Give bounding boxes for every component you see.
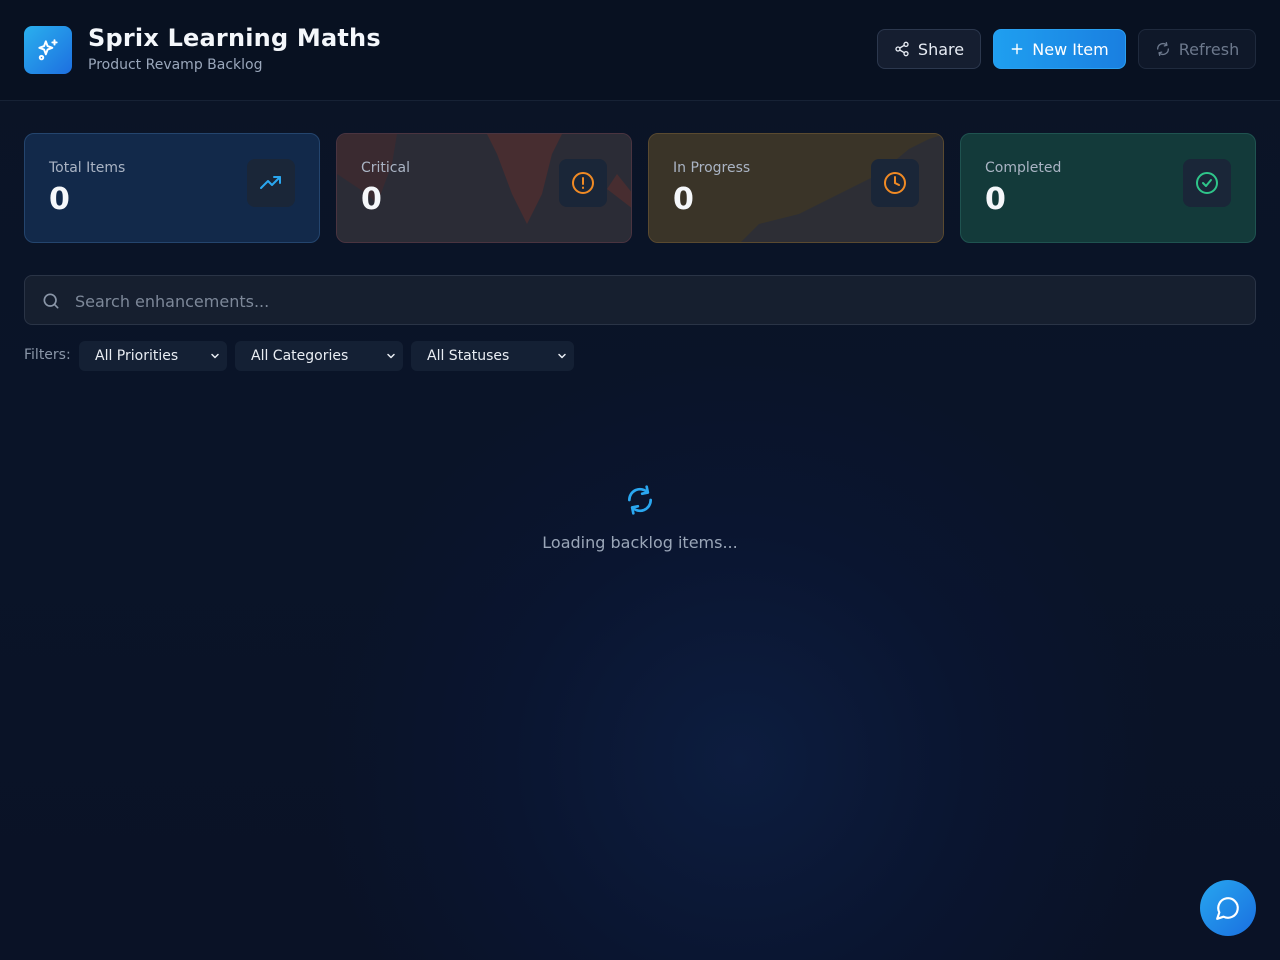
stat-card-completed: Completed 0 — [960, 133, 1256, 243]
app-subtitle: Product Revamp Backlog — [88, 57, 263, 73]
app-logo — [24, 26, 72, 74]
category-filter-select[interactable]: All Categories — [235, 341, 403, 371]
clock-icon — [884, 172, 906, 194]
alert-circle-icon — [572, 172, 594, 194]
chat-button[interactable] — [1200, 880, 1256, 936]
chat-bubble-icon — [1216, 897, 1239, 920]
filters-label: Filters: — [24, 347, 71, 363]
stat-label: Total Items — [49, 160, 126, 176]
plus-icon — [1011, 43, 1023, 55]
chevron-down-icon — [211, 353, 219, 359]
stat-value: 0 — [673, 182, 694, 217]
share-button[interactable]: Share — [877, 29, 981, 69]
chevron-down-icon — [558, 353, 566, 359]
stat-card-in-progress: In Progress 0 — [648, 133, 944, 243]
trending-up-icon — [260, 176, 281, 189]
refresh-button-label: Refresh — [1178, 39, 1240, 59]
stat-icon-box — [871, 159, 919, 207]
stat-value: 0 — [985, 182, 1006, 217]
priority-filter-value: All Priorities — [95, 348, 179, 364]
priority-filter-select[interactable]: All Priorities — [79, 341, 227, 371]
stat-value: 0 — [49, 182, 70, 217]
stat-icon-box — [1183, 159, 1231, 207]
stat-value: 0 — [361, 182, 382, 217]
status-filter-select[interactable]: All Statuses — [411, 341, 574, 371]
app-title: Sprix Learning Maths — [88, 24, 381, 52]
search-input[interactable] — [73, 276, 1237, 326]
category-filter-value: All Categories — [251, 348, 349, 364]
stat-card-critical: Critical 0 — [336, 133, 632, 243]
loading-spinner-icon — [627, 485, 653, 515]
refresh-button[interactable]: Refresh — [1138, 29, 1256, 69]
stat-icon-box — [559, 159, 607, 207]
chevron-down-icon — [387, 353, 395, 359]
status-filter-value: All Statuses — [427, 348, 510, 364]
app-header: Sprix Learning Maths Product Revamp Back… — [0, 0, 1280, 101]
stat-label: Completed — [985, 160, 1062, 176]
loading-message: Loading backlog items... — [542, 533, 738, 552]
check-circle-icon — [1196, 172, 1218, 194]
stat-label: Critical — [361, 160, 410, 176]
stat-icon-box — [247, 159, 295, 207]
search-bar[interactable] — [24, 275, 1256, 326]
stat-label: In Progress — [673, 160, 751, 176]
search-icon — [43, 293, 59, 309]
new-item-button[interactable]: New Item — [993, 29, 1126, 69]
share-button-label: Share — [917, 39, 965, 59]
new-item-button-label: New Item — [1032, 39, 1109, 59]
sparkles-icon — [38, 39, 58, 61]
stat-card-total-items: Total Items 0 — [24, 133, 320, 243]
share-icon — [895, 41, 909, 57]
refresh-icon — [1156, 42, 1169, 56]
